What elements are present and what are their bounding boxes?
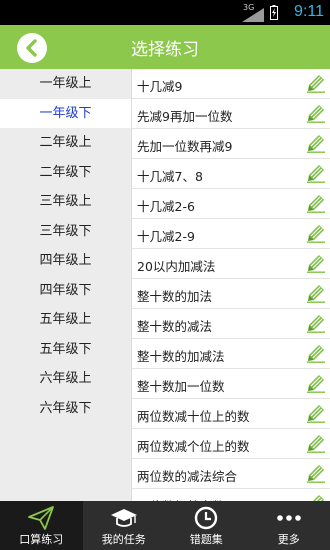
lesson-label: 两位数减十位上的数 — [137, 409, 250, 424]
lesson-label: 两位数的减法综合 — [137, 469, 238, 484]
lesson-list: 十几减9 先减9再加一位数 先加一位数再减9 十几减7、8 十几减2-6 十几减2-9 20… — [131, 69, 330, 501]
pencil-icon[interactable] — [306, 73, 326, 97]
lesson-label: 20以内加减法 — [137, 259, 216, 274]
nav-tab[interactable]: 我的任务 — [83, 501, 166, 550]
lesson-label: 十几减2-6 — [137, 199, 195, 214]
nav-tab-label: 口算练习 — [19, 533, 64, 546]
signal-icon — [242, 8, 264, 22]
sidebar-grade-item[interactable]: 二年级下 — [0, 158, 131, 188]
sidebar-grade-item[interactable]: 五年级下 — [0, 335, 131, 365]
pencil-icon[interactable] — [306, 463, 326, 487]
pencil-icon[interactable] — [306, 163, 326, 187]
pencil-icon[interactable] — [306, 103, 326, 127]
battery-icon — [270, 5, 278, 20]
sidebar-grade-item[interactable]: 六年级下 — [0, 394, 131, 424]
lesson-row[interactable]: 先加一位数再减9 — [132, 129, 330, 159]
sidebar-grade-item[interactable]: 四年级上 — [0, 246, 131, 276]
lesson-row[interactable]: 整十数的加减法 — [132, 339, 330, 369]
lesson-row[interactable]: 两位数加整十数 — [132, 489, 330, 501]
paper-plane-icon — [27, 505, 55, 534]
status-bar: 3G 9:11 — [0, 0, 330, 25]
grade-sidebar: 一年级上 一年级下 二年级上 二年级下 三年级上 三年级下 四年级上 四年级下 五年级上 五年级下… — [0, 69, 131, 501]
sidebar-grade-item[interactable]: 二年级上 — [0, 128, 131, 158]
pencil-icon[interactable] — [306, 493, 326, 501]
pencil-icon[interactable] — [306, 403, 326, 427]
pencil-icon[interactable] — [306, 253, 326, 277]
lesson-label: 十几减9 — [137, 79, 183, 94]
lesson-row[interactable]: 整十数加一位数 — [132, 369, 330, 399]
sidebar-grade-item[interactable]: 六年级上 — [0, 364, 131, 394]
lesson-row[interactable]: 两位数减个位上的数 — [132, 429, 330, 459]
lesson-label: 整十数加一位数 — [137, 379, 225, 394]
more-dots-icon — [275, 505, 303, 534]
lesson-label: 十几减7、8 — [137, 169, 203, 184]
lesson-row[interactable]: 十几减7、8 — [132, 159, 330, 189]
lesson-row[interactable]: 十几减2-6 — [132, 189, 330, 219]
clock-time: 9:11 — [294, 3, 324, 20]
pencil-icon[interactable] — [306, 133, 326, 157]
lesson-row[interactable]: 先减9再加一位数 — [132, 99, 330, 129]
nav-tab-label: 错题集 — [189, 533, 223, 546]
lesson-row[interactable]: 整十数的减法 — [132, 309, 330, 339]
sidebar-grade-item[interactable]: 一年级上 — [0, 69, 131, 99]
nav-tab-label: 我的任务 — [101, 533, 146, 546]
sidebar-grade-item[interactable]: 五年级上 — [0, 305, 131, 335]
pencil-icon[interactable] — [306, 373, 326, 397]
lesson-label: 整十数的加法 — [137, 289, 213, 304]
nav-tab[interactable]: 口算练习 — [0, 501, 83, 550]
lesson-label: 整十数的减法 — [137, 319, 213, 334]
nav-tab[interactable]: 错题集 — [165, 501, 248, 550]
lesson-row[interactable]: 两位数减十位上的数 — [132, 399, 330, 429]
lesson-label: 两位数减个位上的数 — [137, 439, 250, 454]
graduation-cap-icon — [110, 505, 138, 534]
pencil-icon[interactable] — [306, 193, 326, 217]
bottom-nav: 口算练习 我的任务 错题集 更多 — [0, 501, 330, 550]
lesson-row[interactable]: 两位数的减法综合 — [132, 459, 330, 489]
pencil-icon[interactable] — [306, 283, 326, 307]
lesson-row[interactable]: 整十数的加法 — [132, 279, 330, 309]
sidebar-grade-item[interactable]: 一年级下 — [0, 98, 131, 128]
sidebar-grade-item[interactable]: 三年级下 — [0, 217, 131, 247]
page-title: 选择练习 — [131, 40, 199, 60]
lesson-label: 整十数的加减法 — [137, 349, 225, 364]
header-bar: 选择练习 — [0, 25, 330, 69]
lesson-row[interactable]: 十几减2-9 — [132, 219, 330, 249]
lesson-label: 十几减2-9 — [137, 229, 195, 244]
sidebar-grade-item[interactable]: 四年级下 — [0, 276, 131, 306]
lesson-row[interactable]: 20以内加减法 — [132, 249, 330, 279]
pencil-icon[interactable] — [306, 433, 326, 457]
lesson-row[interactable]: 十几减9 — [132, 69, 330, 99]
sidebar-grade-item[interactable]: 三年级上 — [0, 187, 131, 217]
nav-tab-label: 更多 — [277, 533, 300, 546]
clock-icon — [192, 505, 220, 534]
pencil-icon[interactable] — [306, 313, 326, 337]
lesson-label: 先加一位数再减9 — [137, 139, 233, 154]
pencil-icon[interactable] — [306, 343, 326, 367]
pencil-icon[interactable] — [306, 223, 326, 247]
lesson-label: 先减9再加一位数 — [137, 109, 233, 124]
nav-tab[interactable]: 更多 — [248, 501, 330, 550]
